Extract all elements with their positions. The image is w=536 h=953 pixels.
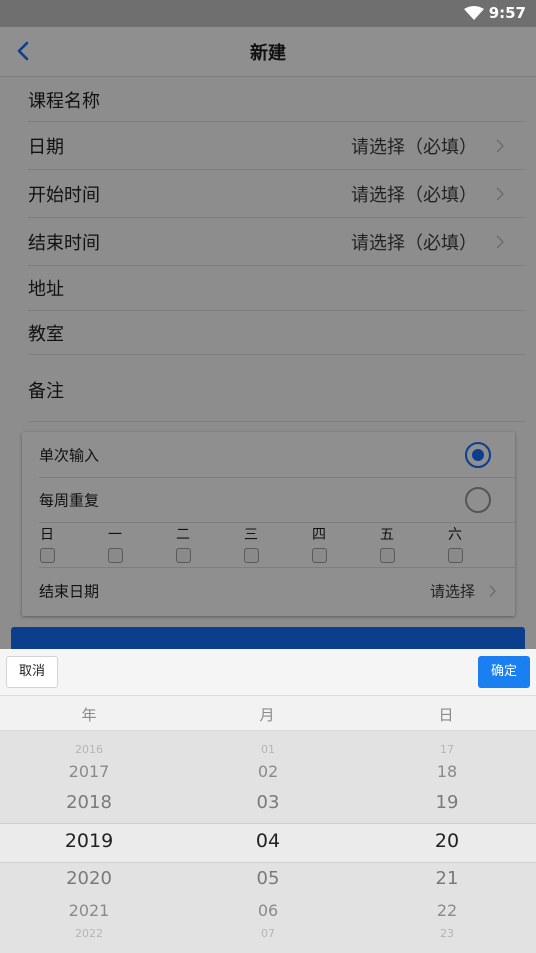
- year-column-header: 年: [81, 706, 97, 724]
- weekday-checkbox-sat[interactable]: [448, 548, 463, 563]
- note-field[interactable]: 备注: [28, 355, 525, 422]
- single-input-option[interactable]: 单次输入: [39, 432, 515, 478]
- weekday-checkbox-mon[interactable]: [108, 548, 123, 563]
- month-option-selected[interactable]: 04: [179, 830, 357, 852]
- year-option[interactable]: 2022: [0, 927, 178, 937]
- weekday-label-wed: 三: [244, 527, 258, 543]
- month-option[interactable]: 07: [179, 927, 357, 937]
- start-time-row[interactable]: 开始时间 请选择（必填）: [28, 170, 525, 218]
- weekday-checkbox-wed[interactable]: [244, 548, 259, 563]
- app-header: 新建: [0, 27, 536, 77]
- end-time-label: 结束时间: [28, 232, 100, 254]
- weekly-repeat-label: 每周重复: [39, 491, 100, 510]
- month-column-header: 月: [259, 706, 275, 724]
- note-label: 备注: [28, 381, 64, 402]
- classroom-label: 教室: [28, 323, 64, 345]
- chevron-right-icon: [496, 139, 504, 152]
- picker-wheels: 2016 2017 2018 2019 2020 2021 2022 01 02…: [0, 731, 536, 953]
- day-column-header: 日: [438, 706, 454, 724]
- start-time-label: 开始时间: [28, 184, 100, 206]
- year-option-selected[interactable]: 2019: [0, 830, 178, 852]
- day-option-selected[interactable]: 20: [358, 830, 536, 852]
- weekday-label-fri: 五: [380, 527, 394, 543]
- address-field[interactable]: 地址: [28, 266, 525, 311]
- chevron-right-icon: [496, 235, 504, 248]
- cancel-button[interactable]: 取消: [6, 656, 58, 688]
- classroom-field[interactable]: 教室: [28, 311, 525, 355]
- end-time-row[interactable]: 结束时间 请选择（必填）: [28, 218, 525, 266]
- picker-toolbar: 取消 确定: [0, 649, 536, 696]
- day-option[interactable]: 23: [358, 927, 536, 937]
- weekday-checkbox-fri[interactable]: [380, 548, 395, 563]
- weekday-checkbox-sun[interactable]: [40, 548, 55, 563]
- date-value: 请选择（必填）: [351, 136, 477, 158]
- month-option[interactable]: 05: [179, 868, 357, 889]
- day-option[interactable]: 18: [358, 762, 536, 781]
- day-option[interactable]: 17: [358, 743, 536, 753]
- submit-button[interactable]: [11, 627, 525, 649]
- month-option[interactable]: 03: [179, 792, 357, 813]
- single-input-label: 单次输入: [39, 446, 100, 464]
- weekday-label-tue: 二: [176, 527, 190, 543]
- chevron-right-icon: [489, 584, 496, 597]
- end-date-value: 请选择: [429, 582, 475, 600]
- year-option[interactable]: 2018: [0, 792, 178, 813]
- month-option[interactable]: 02: [179, 762, 357, 781]
- picker-column-headers: 年 月 日: [0, 696, 536, 731]
- repeat-card: 单次输入 每周重复 结束日期 请选择: [22, 432, 515, 616]
- status-time: 9:57: [488, 4, 526, 22]
- single-input-radio[interactable]: [465, 441, 491, 468]
- month-option[interactable]: 06: [179, 901, 357, 920]
- weekday-label-thu: 四: [312, 527, 326, 543]
- year-option[interactable]: 2021: [0, 901, 178, 920]
- wifi-icon: [464, 6, 484, 20]
- weekday-label-mon: 一: [108, 527, 122, 543]
- chevron-right-icon: [496, 187, 504, 200]
- day-option[interactable]: 22: [358, 901, 536, 920]
- weekday-label-sun: 日: [40, 527, 54, 543]
- month-option[interactable]: 01: [179, 743, 357, 753]
- month-wheel[interactable]: 01 02 03 04 05 06 07: [179, 731, 357, 953]
- year-option[interactable]: 2020: [0, 868, 178, 889]
- day-option[interactable]: 21: [358, 868, 536, 889]
- year-option[interactable]: 2016: [0, 743, 178, 753]
- weekday-label-sat: 六: [448, 527, 462, 543]
- day-wheel[interactable]: 17 18 19 20 21 22 23: [358, 731, 536, 953]
- end-date-label: 结束日期: [39, 582, 100, 600]
- date-row[interactable]: 日期 请选择（必填）: [28, 122, 525, 170]
- date-label: 日期: [28, 136, 64, 158]
- status-bar: 9:57: [0, 0, 536, 27]
- course-name-label: 课程名称: [28, 90, 100, 112]
- weekday-checkbox-thu[interactable]: [312, 548, 327, 563]
- weekday-checkbox-tue[interactable]: [176, 548, 191, 563]
- address-label: 地址: [28, 279, 64, 300]
- date-picker-sheet: 取消 确定 年 月 日 2016 2017 2018 2019 2020 202…: [0, 649, 536, 953]
- course-name-field[interactable]: 课程名称: [28, 78, 525, 122]
- confirm-button[interactable]: 确定: [478, 656, 530, 688]
- year-option[interactable]: 2017: [0, 762, 178, 781]
- page-title: 新建: [250, 43, 286, 64]
- year-wheel[interactable]: 2016 2017 2018 2019 2020 2021 2022: [0, 731, 178, 953]
- day-option[interactable]: 19: [358, 792, 536, 813]
- end-date-row[interactable]: 结束日期 请选择: [39, 568, 515, 613]
- weekly-repeat-option[interactable]: 每周重复: [39, 478, 515, 523]
- start-time-value: 请选择（必填）: [351, 184, 477, 206]
- weekly-repeat-radio[interactable]: [465, 487, 491, 513]
- end-time-value: 请选择（必填）: [351, 232, 477, 254]
